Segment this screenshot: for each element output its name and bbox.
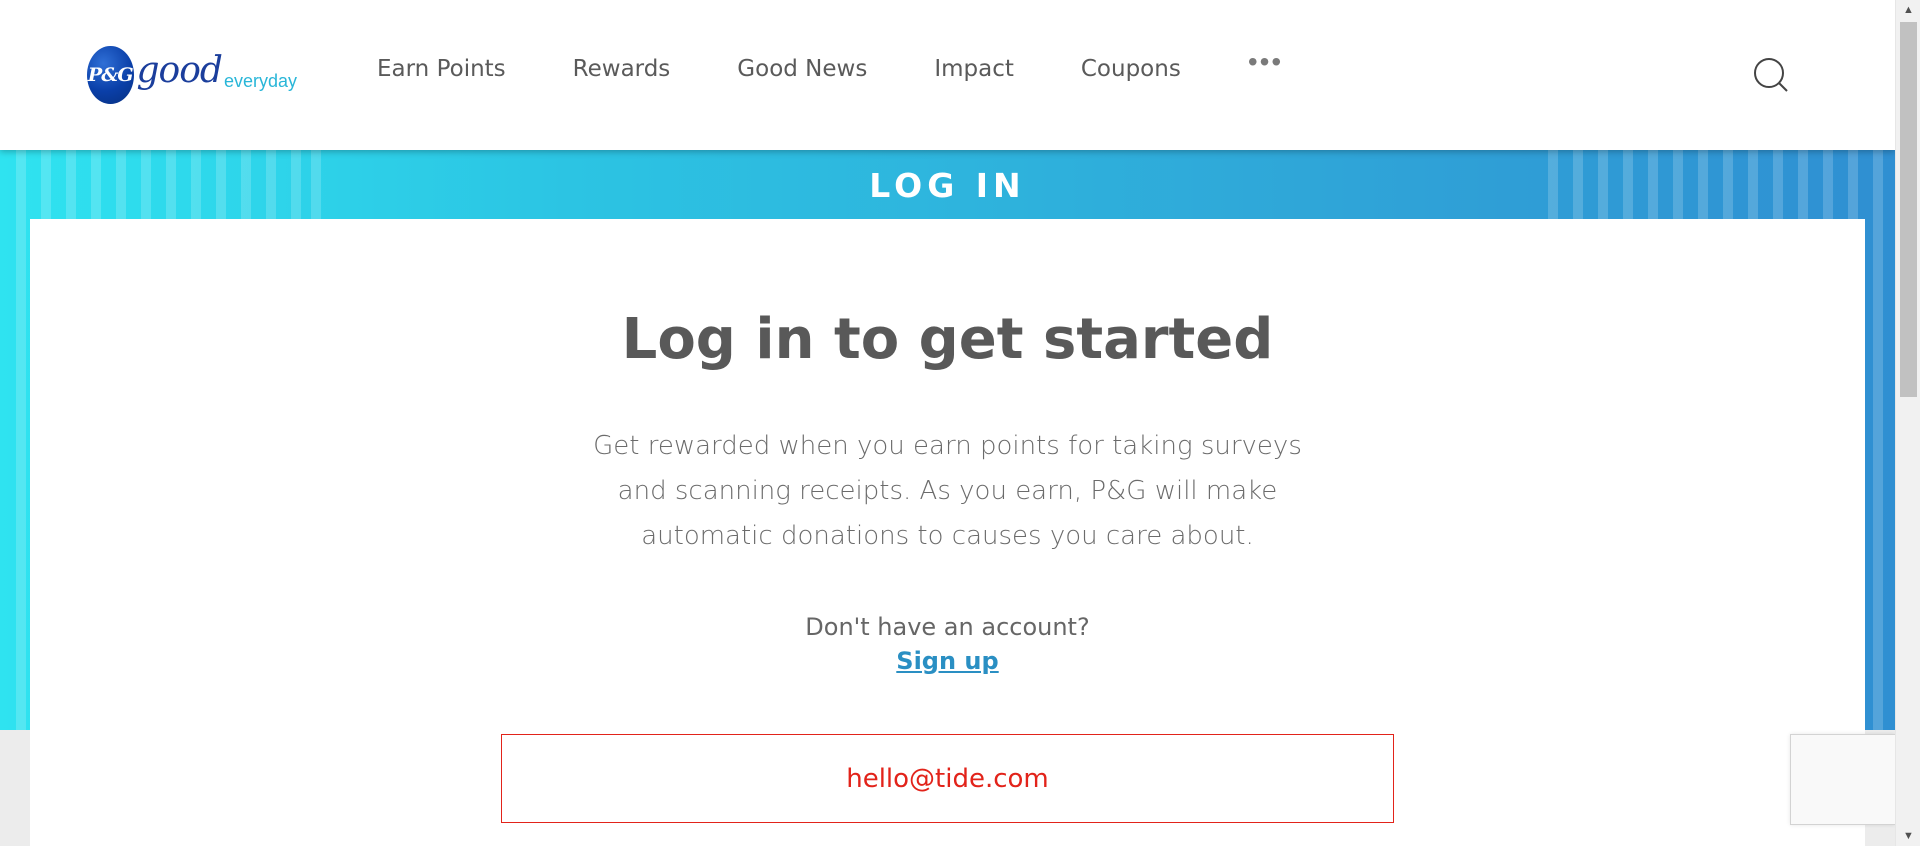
page-scrollbar[interactable]: ▲ ▼ (1895, 0, 1920, 846)
pg-good-everyday-logo[interactable]: P&G good everyday (87, 40, 297, 110)
logo-word-good: good (136, 49, 223, 91)
login-description: Get rewarded when you earn points for ta… (593, 431, 1302, 551)
scroll-up-arrow-icon[interactable]: ▲ (1896, 0, 1920, 20)
email-field[interactable] (502, 762, 1393, 795)
pg-logo-badge: P&G (87, 46, 134, 104)
logo-word-everyday: everyday (223, 70, 297, 91)
page-title: Log in to get started (621, 307, 1274, 372)
login-card: Log in to get started Get rewarded when … (30, 219, 1865, 846)
nav-item-good-news[interactable]: Good News (737, 56, 867, 82)
scroll-down-arrow-icon[interactable]: ▼ (1896, 826, 1920, 846)
email-field-wrapper (501, 734, 1394, 823)
nav-item-earn-points[interactable]: Earn Points (377, 56, 506, 82)
site-header: P&G good everyday Earn Points Rewards Go… (0, 0, 1895, 150)
scrollbar-thumb[interactable] (1900, 22, 1917, 397)
nav-item-coupons[interactable]: Coupons (1081, 56, 1181, 82)
signup-link[interactable]: Sign up (896, 647, 998, 675)
signup-link-wrapper: Sign up (30, 647, 1865, 675)
signup-prompt: Don't have an account? (805, 613, 1090, 641)
main-nav: Earn Points Rewards Good News Impact Cou… (377, 46, 1283, 82)
banner-title: LOG IN (869, 166, 1026, 205)
nav-item-rewards[interactable]: Rewards (573, 56, 671, 82)
page: P&G good everyday Earn Points Rewards Go… (0, 0, 1895, 846)
more-menu-icon[interactable]: ••• (1248, 46, 1283, 78)
recaptcha-badge[interactable] (1790, 734, 1895, 825)
nav-item-impact[interactable]: Impact (934, 56, 1014, 82)
search-icon[interactable] (1752, 56, 1792, 96)
